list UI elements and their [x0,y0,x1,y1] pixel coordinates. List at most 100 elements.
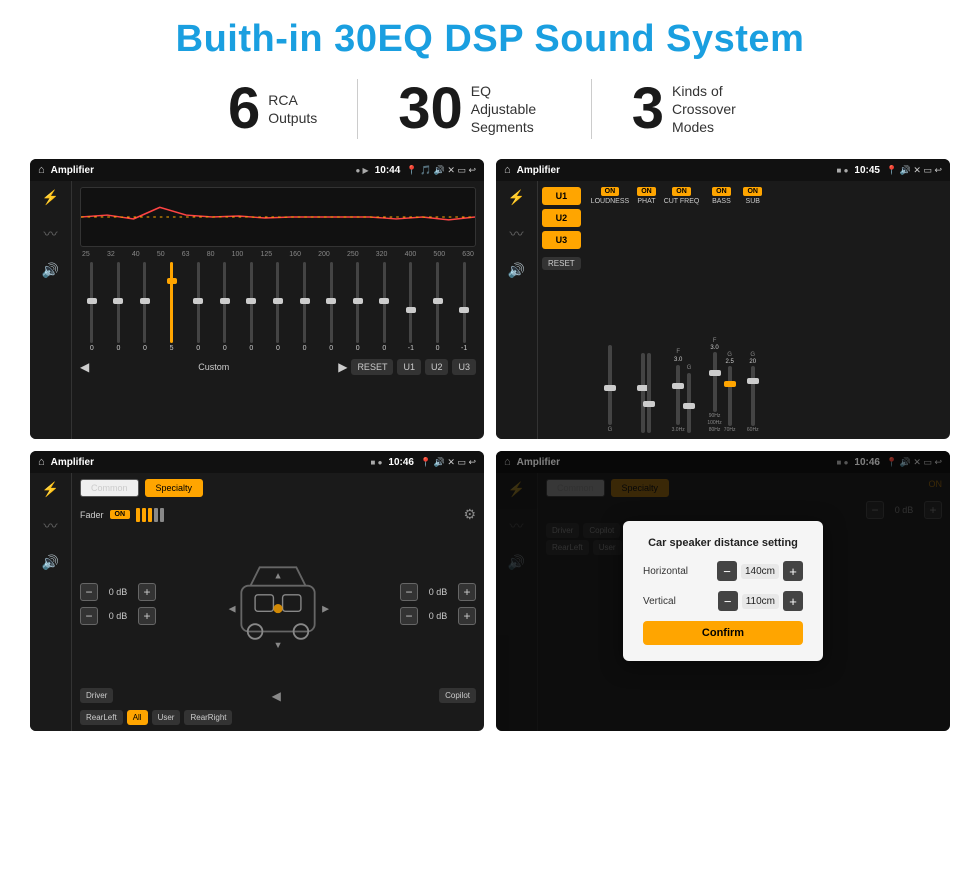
dialog-confirm-button[interactable]: Confirm [643,621,803,645]
eq-prev-btn[interactable]: ◀ [80,360,89,374]
eq-icon-active[interactable]: ⚡ [42,189,59,206]
eq-slider-2[interactable]: 0 [107,262,131,352]
home-icon-2[interactable]: ⌂ [504,164,511,176]
db-left-1-plus[interactable]: + [138,583,156,601]
eq-slider-7[interactable]: 0 [240,262,264,352]
dialog-horizontal-minus[interactable]: − [717,561,737,581]
eq-slider-1[interactable]: 0 [80,262,104,352]
user-btn[interactable]: User [152,710,181,725]
svg-text:▶: ▶ [322,603,329,613]
main-title: Buith-in 30EQ DSP Sound System [30,18,950,61]
bass-g-70hz: 70Hz [724,427,736,433]
phat-slider-1[interactable] [641,353,645,433]
fader-icon-2[interactable]: 〰 [44,516,58,536]
dialog-vertical-plus[interactable]: + [783,591,803,611]
eq-slider-15[interactable]: -1 [452,262,476,352]
stat-crossover: 3 Kinds ofCrossover Modes [592,80,792,138]
db-right-2-plus[interactable]: + [458,607,476,625]
cutfreq-slider-f[interactable] [676,365,680,425]
amp-reset-btn[interactable]: RESET [542,257,581,270]
eq-content: ⚡ 〰 🔊 2532405063801001251602002503204005… [30,181,484,439]
eq-sliders-row: 0 0 0 5 0 0 0 0 0 0 0 0 -1 0 -1 [80,262,476,352]
eq-u3-btn[interactable]: U3 [452,359,476,375]
fader-icon-1[interactable]: ⚡ [42,481,59,498]
loudness-slider[interactable] [608,345,612,425]
car-nav-icon[interactable]: ◀ [272,689,281,703]
dialog-vertical-minus[interactable]: − [718,591,738,611]
eq-slider-12[interactable]: 0 [373,262,397,352]
rearright-btn[interactable]: RearRight [184,710,232,725]
panel-amp: ⌂ Amplifier ■ ● 10:45 📍 🔊 ✕ ▭ ↩ ⚡ 〰 🔊 U1… [496,159,950,439]
fader-settings-icon[interactable]: ⚙ [463,506,476,523]
phat-label: PHAT [637,198,655,205]
loudness-label: LOUDNESS [591,198,630,205]
bass-slider-f[interactable] [713,352,717,412]
fader-row: Fader ON ⚙ [80,506,476,523]
eq-icon-speaker[interactable]: 🔊 [42,262,59,279]
db-right-1-plus[interactable]: + [458,583,476,601]
stat-label-rca: RCAOutputs [268,91,317,127]
amp-icon-speaker[interactable]: 🔊 [508,262,525,279]
sub-on[interactable]: ON [743,187,762,196]
all-btn[interactable]: All [127,710,148,725]
eq-u1-btn[interactable]: U1 [397,359,421,375]
dialog-horizontal-row: Horizontal − 140cm + [643,561,803,581]
bass-f-val: 3.0 [710,345,718,351]
bass-on[interactable]: ON [712,187,731,196]
db-left-1-minus[interactable]: − [80,583,98,601]
eq-slider-9[interactable]: 0 [293,262,317,352]
amp-icon-wave[interactable]: 〰 [510,224,524,244]
eq-slider-10[interactable]: 0 [319,262,343,352]
cutfreq-on[interactable]: ON [672,187,691,196]
eq-slider-14[interactable]: 0 [426,262,450,352]
home-icon-3[interactable]: ⌂ [38,456,45,468]
db-right-controls: − 0 dB + − 0 dB + [400,528,476,679]
eq-u2-btn[interactable]: U2 [425,359,449,375]
cutfreq-slider-g[interactable] [687,373,691,433]
dialog-horizontal-plus[interactable]: + [783,561,803,581]
amp-u2-btn[interactable]: U2 [542,209,581,227]
db-right-1-minus[interactable]: − [400,583,418,601]
home-icon-1[interactable]: ⌂ [38,164,45,176]
bass-slider-g[interactable] [728,366,732,426]
eq-icon-wave[interactable]: 〰 [44,224,58,244]
amp-u3-btn[interactable]: U3 [542,231,581,249]
eq-slider-13[interactable]: -1 [399,262,423,352]
fader-tab-specialty[interactable]: Specialty [145,479,204,497]
fader-bar-2 [142,508,146,522]
status-bar-2: ⌂ Amplifier ■ ● 10:45 📍 🔊 ✕ ▭ ↩ [496,159,950,181]
fader-db-car-area: − 0 dB + − 0 dB + [80,528,476,679]
fader-sidebar: ⚡ 〰 🔊 [30,473,72,731]
db-right-2-minus[interactable]: − [400,607,418,625]
status-bar-3: ⌂ Amplifier ■ ● 10:46 📍 🔊 ✕ ▭ ↩ [30,451,484,473]
phat-slider-2[interactable] [647,353,651,433]
media-icons-3: ■ ● [371,458,383,467]
eq-slider-8[interactable]: 0 [266,262,290,352]
copilot-btn[interactable]: Copilot [439,688,476,703]
fader-icon-3[interactable]: 🔊 [42,554,59,571]
eq-slider-6[interactable]: 0 [213,262,237,352]
sub-slider[interactable] [751,366,755,426]
eq-next-btn[interactable]: ▶ [338,360,347,374]
db-left-2-minus[interactable]: − [80,607,98,625]
fader-on-badge[interactable]: ON [110,510,131,519]
rearleft-btn[interactable]: RearLeft [80,710,123,725]
eq-slider-4[interactable]: 5 [160,262,184,352]
eq-slider-11[interactable]: 0 [346,262,370,352]
db-left-2-plus[interactable]: + [138,607,156,625]
fader-bar-4 [154,508,158,522]
panel-fader: ⌂ Amplifier ■ ● 10:46 📍 🔊 ✕ ▭ ↩ ⚡ 〰 🔊 Co… [30,451,484,731]
fader-tab-common[interactable]: Common [80,479,139,497]
page-wrapper: Buith-in 30EQ DSP Sound System 6 RCAOutp… [0,0,980,881]
amp-icon-active[interactable]: ⚡ [508,189,525,206]
db-row-right-2: − 0 dB + [400,607,476,625]
amp-u1-btn[interactable]: U1 [542,187,581,205]
eq-slider-5[interactable]: 0 [186,262,210,352]
phat-on[interactable]: ON [637,187,656,196]
driver-btn[interactable]: Driver [80,688,113,703]
loudness-on[interactable]: ON [601,187,620,196]
eq-reset-btn[interactable]: RESET [351,359,393,375]
car-diagram-svg: ▲ ▼ ◀ ▶ [223,549,333,659]
eq-slider-3[interactable]: 0 [133,262,157,352]
loudness-sliders [608,207,612,425]
